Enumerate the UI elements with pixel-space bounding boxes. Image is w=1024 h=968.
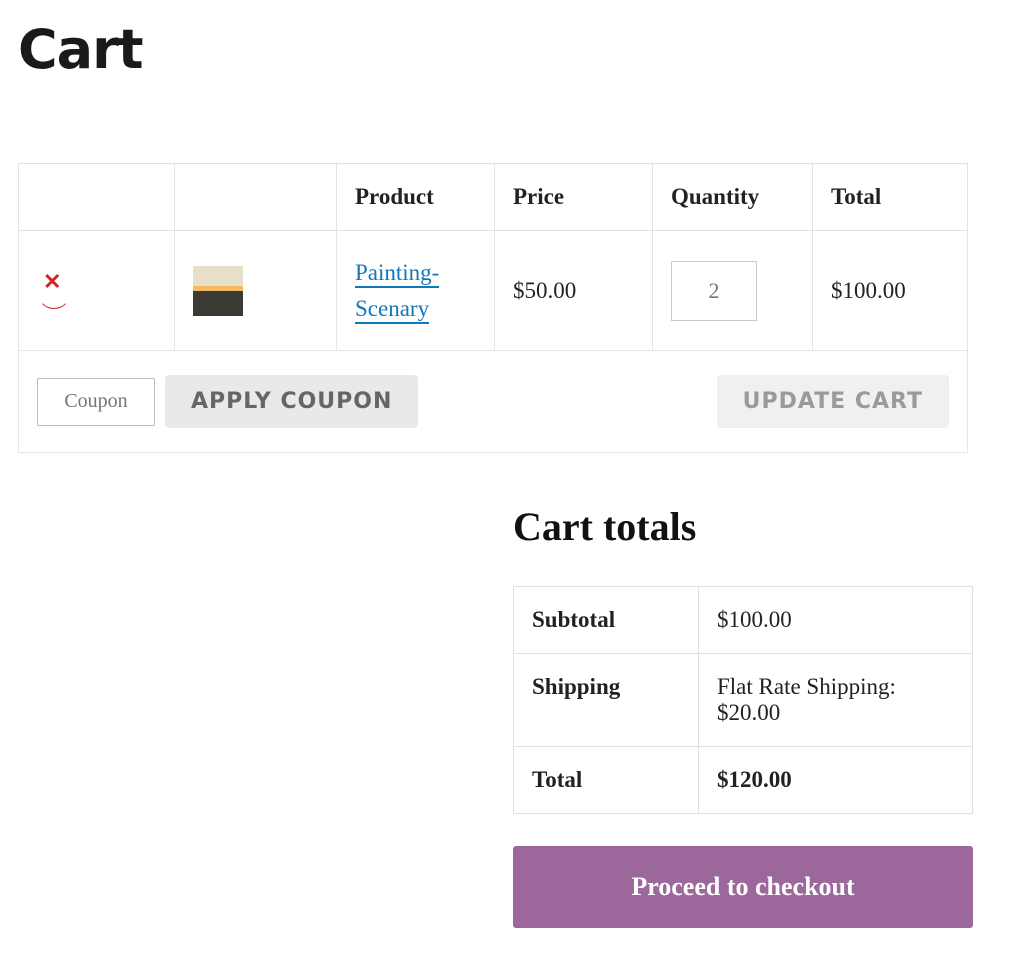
col-product-header: Product [337, 164, 495, 231]
proceed-to-checkout-button[interactable]: Proceed to checkout [513, 846, 973, 928]
page-title: Cart [18, 18, 1006, 81]
col-thumb-header [175, 164, 337, 231]
cart-header-row: Product Price Quantity Total [19, 164, 968, 231]
close-icon: ✕ [43, 269, 61, 295]
col-total-header: Total [813, 164, 968, 231]
apply-coupon-button[interactable]: APPLY COUPON [165, 375, 418, 428]
total-row: Total $120.00 [514, 747, 973, 814]
line-total: $100.00 [813, 231, 968, 351]
cart-totals-table: Subtotal $100.00 Shipping Flat Rate Ship… [513, 586, 973, 814]
product-price: $50.00 [495, 231, 653, 351]
subtotal-label: Subtotal [514, 587, 699, 654]
remove-item-button[interactable]: ✕ [37, 271, 71, 305]
shipping-value: Flat Rate Shipping: $20.00 [699, 654, 973, 747]
product-link[interactable]: Painting-Scenary [355, 260, 439, 324]
cart-table: Product Price Quantity Total ✕ Painting-… [18, 163, 968, 453]
cart-actions-row: APPLY COUPON UPDATE CART [19, 351, 968, 453]
coupon-input[interactable] [37, 378, 155, 426]
cart-totals-block: Cart totals Subtotal $100.00 Shipping Fl… [513, 503, 973, 928]
total-value: $120.00 [699, 747, 973, 814]
shipping-row: Shipping Flat Rate Shipping: $20.00 [514, 654, 973, 747]
subtotal-row: Subtotal $100.00 [514, 587, 973, 654]
quantity-input[interactable] [671, 261, 757, 321]
total-label: Total [514, 747, 699, 814]
col-remove-header [19, 164, 175, 231]
col-quantity-header: Quantity [653, 164, 813, 231]
product-thumbnail[interactable] [193, 266, 243, 316]
cart-totals-heading: Cart totals [513, 503, 973, 550]
update-cart-button[interactable]: UPDATE CART [717, 375, 949, 428]
col-price-header: Price [495, 164, 653, 231]
cart-item-row: ✕ Painting-Scenary $50.00 $100.00 [19, 231, 968, 351]
subtotal-value: $100.00 [699, 587, 973, 654]
shipping-label: Shipping [514, 654, 699, 747]
